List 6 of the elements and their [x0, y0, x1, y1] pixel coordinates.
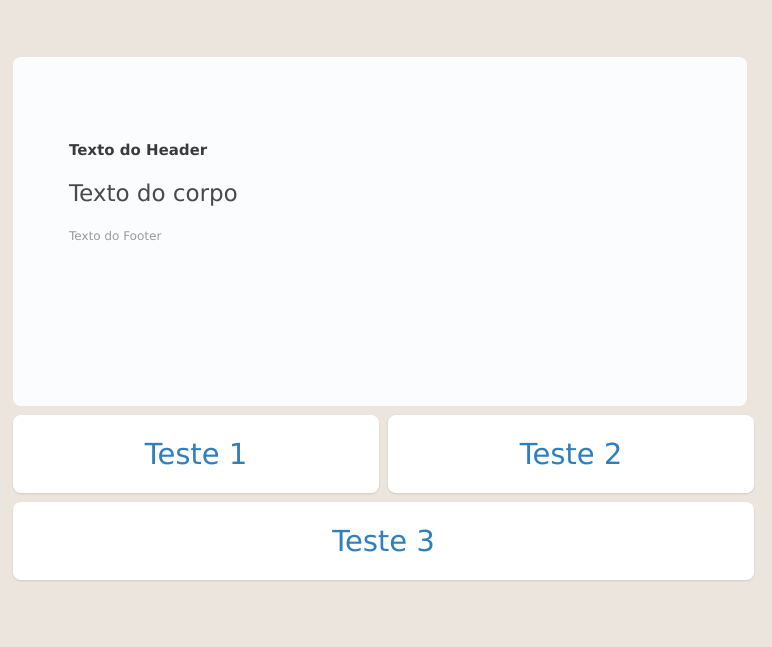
message-header: Texto do Header [69, 141, 208, 159]
message-body: Texto do corpo [69, 181, 238, 207]
reply-button[interactable]: Teste 2 [388, 415, 754, 493]
message-footer: Texto do Footer [69, 229, 162, 243]
reply-button[interactable]: Teste 3 [13, 502, 754, 580]
reply-button[interactable]: Teste 1 [13, 415, 379, 493]
